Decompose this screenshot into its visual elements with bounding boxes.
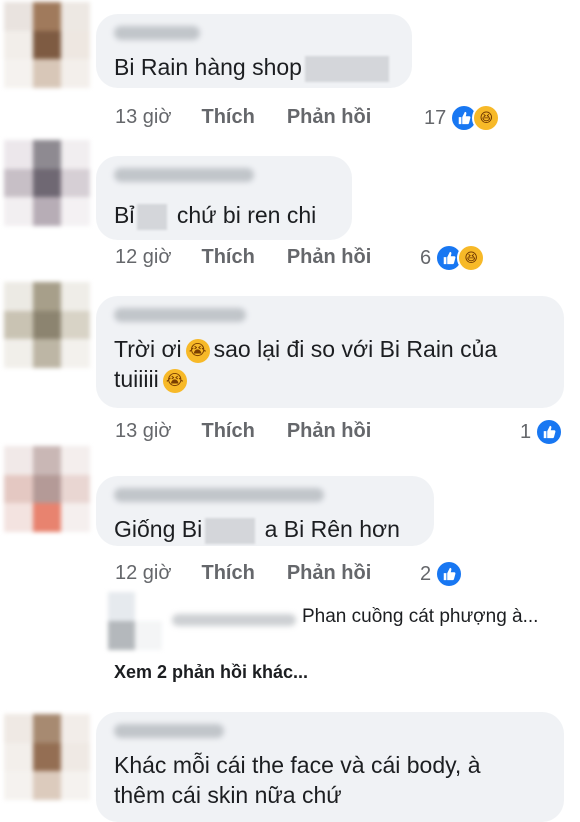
comment-text-part: chứ bi ren chi <box>176 202 317 228</box>
timestamp[interactable]: 12 giờ <box>115 246 171 269</box>
like-icon <box>535 418 564 446</box>
reply-preview-text: Phan cuồng cát phượng à... <box>302 606 539 627</box>
avatar[interactable] <box>108 592 162 650</box>
haha-icon: 😆 <box>472 104 501 132</box>
crying-face-icon: 😭 <box>162 368 187 393</box>
comment-text-part: tuiiiii <box>114 366 159 392</box>
avatar[interactable] <box>4 282 90 368</box>
comment-bubble: Bi Rain hàng shop <box>96 14 412 88</box>
comment-bubble: Khác mỗi cái the face và cái body, à thê… <box>96 712 564 822</box>
like-link[interactable]: Thích <box>201 106 254 129</box>
comment-text-part: Trời ơi <box>114 336 182 362</box>
like-icon <box>435 560 464 588</box>
comment-text-part: a Bi Rên hơn <box>264 516 400 542</box>
avatar[interactable] <box>4 140 90 226</box>
comment-text-part: Khác mỗi cái the face và cái body, à <box>114 752 481 778</box>
comment-actions: 13 giờ Thích Phản hồi <box>115 420 371 443</box>
like-link[interactable]: Thích <box>201 246 254 269</box>
reply-author-name[interactable] <box>172 614 296 626</box>
comment-text-part: Giống Bi <box>114 516 203 542</box>
like-link[interactable]: Thích <box>201 562 254 585</box>
reply-link[interactable]: Phản hồi <box>287 420 371 443</box>
commenter-name[interactable] <box>114 308 246 322</box>
comment-text-content: Bi Rain hàng shop <box>114 54 302 80</box>
comment-actions: 12 giờ Thích Phản hồi <box>115 246 371 269</box>
censored-block <box>205 517 256 544</box>
reply-link[interactable]: Phản hồi <box>287 562 371 585</box>
comment-text-part: thêm cái skin nữa chứ <box>114 782 342 808</box>
reaction-summary[interactable]: 2 <box>420 560 464 588</box>
commenter-name[interactable] <box>114 724 224 738</box>
reaction-summary[interactable]: 1 <box>520 418 564 446</box>
reaction-count: 17 <box>424 106 447 129</box>
timestamp[interactable]: 13 giờ <box>115 420 171 443</box>
comment-bubble: Trời ơi 😭 sao lại đi so với Bi Rain của tu… <box>96 296 564 408</box>
avatar[interactable] <box>4 2 90 88</box>
censored-block <box>304 55 389 82</box>
timestamp[interactable]: 12 giờ <box>115 562 171 585</box>
reaction-summary[interactable]: 17 😆 <box>424 104 501 132</box>
comment-text: Trời ơi 😭 sao lại đi so với Bi Rain của tu… <box>114 334 546 394</box>
comment-actions: 12 giờ Thích Phản hồi <box>115 562 371 585</box>
haha-icon: 😆 <box>457 244 486 272</box>
reaction-count: 6 <box>420 246 432 269</box>
comment-actions: 13 giờ Thích Phản hồi <box>115 106 371 129</box>
reaction-summary[interactable]: 6 😆 <box>420 244 486 272</box>
commenter-name[interactable] <box>114 26 200 40</box>
reaction-count: 2 <box>420 562 432 585</box>
commenter-name[interactable] <box>114 488 324 502</box>
crying-face-icon: 😭 <box>185 338 210 363</box>
comment-text: Giống Bi a Bi Rên hơn <box>114 514 416 544</box>
reply-link[interactable]: Phản hồi <box>287 106 371 129</box>
comment-text: Khác mỗi cái the face và cái body, à thê… <box>114 750 546 810</box>
reply-link[interactable]: Phản hồi <box>287 246 371 269</box>
comment-bubble: Giống Bi a Bi Rên hơn <box>96 476 434 546</box>
comment-text: Bi Rain hàng shop <box>114 52 394 82</box>
comment-text-part: Bỉ <box>114 202 135 228</box>
commenter-name[interactable] <box>114 168 254 182</box>
timestamp[interactable]: 13 giờ <box>115 106 171 129</box>
comment-text: Bỉ chứ bi ren chi <box>114 200 334 230</box>
reaction-count: 1 <box>520 420 532 443</box>
censored-block <box>137 203 168 230</box>
comment-bubble: Bỉ chứ bi ren chi <box>96 156 352 240</box>
avatar[interactable] <box>4 446 90 532</box>
comment-text-part: sao lại đi so với Bi Rain của <box>213 336 498 362</box>
view-more-replies-link[interactable]: Xem 2 phản hồi khác... <box>114 662 308 683</box>
avatar[interactable] <box>4 714 90 800</box>
like-link[interactable]: Thích <box>201 420 254 443</box>
reply-preview[interactable]: Phan cuồng cát phượng à... <box>108 592 580 652</box>
